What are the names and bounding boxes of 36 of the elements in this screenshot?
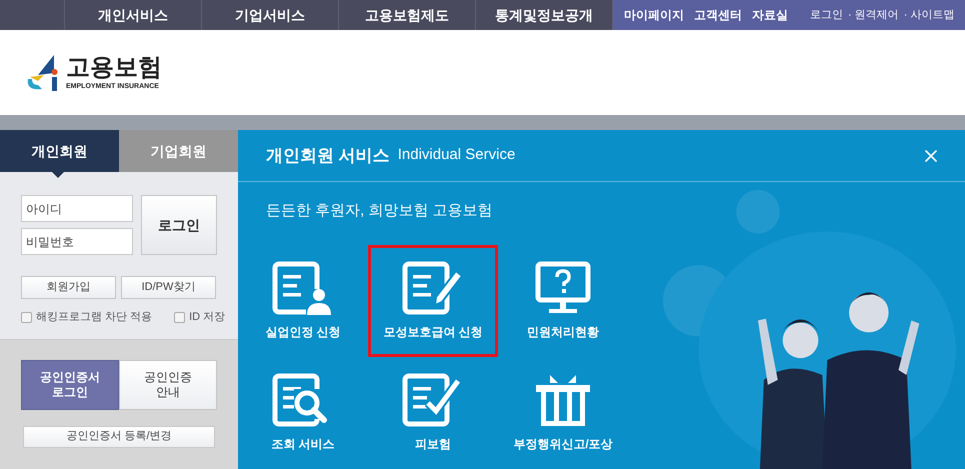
service-item[interactable]: 민원처리현황 xyxy=(498,244,628,356)
password-field[interactable]: 비밀번호 xyxy=(21,228,133,255)
gift-icon xyxy=(534,372,592,428)
certificate-tab[interactable]: 공인인증서 로그인 xyxy=(21,360,119,410)
nav-link[interactable]: 개인서비스 xyxy=(65,0,202,30)
service-item[interactable]: 조회 서비스 xyxy=(238,356,368,468)
account-link[interactable]: · 사이트맵 xyxy=(904,6,954,24)
document-pencil-icon xyxy=(402,260,464,316)
panel-title: 개인회원 서비스 xyxy=(266,144,390,167)
id-field[interactable]: 아이디 xyxy=(21,195,133,222)
utility-link[interactable]: 자료실 xyxy=(752,6,788,24)
certificate-tab[interactable]: 공인인증 안내 xyxy=(119,360,217,410)
nav-link[interactable]: 기업서비스 xyxy=(202,0,339,30)
certificate-register-button[interactable]: 공인인증서 등록/변경 xyxy=(23,426,215,448)
panel-title-english: Individual Service xyxy=(398,145,516,166)
document-person-icon xyxy=(272,260,334,316)
service-item[interactable]: 실업인정 신청 xyxy=(238,244,368,356)
nav-link[interactable]: 고용보험제도 xyxy=(339,0,476,30)
checkbox-label: 해킹프로그램 차단 적용 xyxy=(36,310,152,325)
account-link[interactable]: 로그인 xyxy=(810,6,843,24)
utility-link[interactable]: 마이페이지 xyxy=(624,6,684,24)
member-button[interactable]: 회원가입 xyxy=(21,276,116,299)
service-item[interactable]: 모성보호급여 신청 xyxy=(368,244,498,356)
account-link[interactable]: · 원격제어 xyxy=(848,6,899,24)
checkbox[interactable] xyxy=(174,312,186,323)
utility-link[interactable]: 고객센터 xyxy=(694,6,742,24)
checkbox[interactable] xyxy=(21,312,32,323)
service-item[interactable]: 피보험 xyxy=(368,356,498,468)
member-button[interactable]: ID/PW찾기 xyxy=(121,276,216,299)
panel-subtitle: 든든한 후원자, 희망보험 고용보험 xyxy=(265,201,494,221)
logo-name: 고용보험 xyxy=(66,56,162,80)
service-item[interactable]: 부정행위신고/포상 xyxy=(498,356,628,468)
member-tab[interactable]: 기업회원 xyxy=(119,130,238,172)
member-tab[interactable]: 개인회원 xyxy=(0,130,119,172)
login-button[interactable]: 로그인 xyxy=(141,195,217,255)
checkbox-label: ID 저장 xyxy=(189,310,226,325)
